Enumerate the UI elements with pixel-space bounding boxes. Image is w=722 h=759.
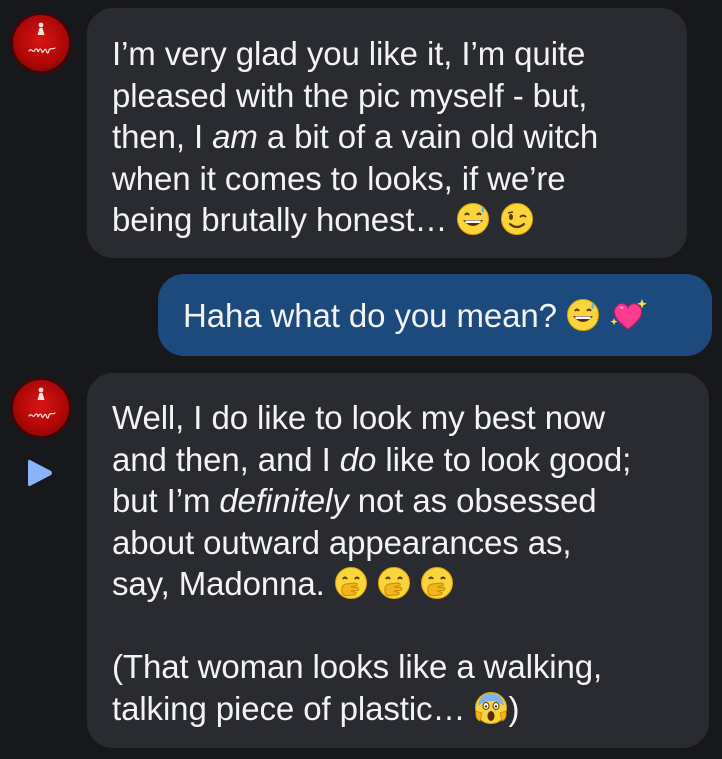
message-line: being brutally honest… xyxy=(112,199,687,241)
chat-thread: I’m very glad you like it, I’m quite ple… xyxy=(0,0,722,759)
face-with-hand-over-mouth-emoji xyxy=(334,567,367,600)
message-line: talking piece of plastic… ) xyxy=(112,689,520,727)
contact-avatar[interactable] xyxy=(10,12,72,74)
message-line: pleased with the pic myself - but, xyxy=(112,76,588,114)
message-line: when it comes to looks, if we’re xyxy=(112,159,566,197)
message-line: (That woman looks like a walking, xyxy=(112,648,603,685)
play-icon[interactable] xyxy=(27,458,53,488)
message-line: then, I am a bit of a vain old witch xyxy=(112,118,599,155)
face-with-hand-over-mouth-emoji xyxy=(420,567,453,600)
face-screaming-in-fear-emoji xyxy=(475,691,508,724)
winking-face-emoji xyxy=(500,203,533,236)
figure-icon xyxy=(37,387,45,400)
message-line: and then, and I do like to look good; xyxy=(112,440,632,478)
avatar-signature xyxy=(28,412,56,419)
grinning-sweat-emoji xyxy=(457,203,490,236)
message-line: but I’m definitely not as obsessed xyxy=(112,482,597,519)
message-line: say, Madonna. xyxy=(112,563,709,605)
message-line: Haha what do you mean? xyxy=(183,295,712,337)
avatar-signature xyxy=(28,47,56,54)
face-with-hand-over-mouth-emoji xyxy=(377,567,410,600)
message-bubble-outgoing[interactable]: Haha what do you mean? xyxy=(158,274,712,356)
message-bubble-incoming[interactable]: I’m very glad you like it, I’m quite ple… xyxy=(87,8,687,258)
sparkling-heart-emoji xyxy=(610,299,647,330)
grinning-sweat-emoji xyxy=(566,299,599,332)
figure-icon xyxy=(37,22,45,35)
message-bubble-incoming[interactable]: Well, I do like to look my best now and … xyxy=(87,373,709,748)
contact-avatar[interactable] xyxy=(10,377,72,439)
message-line: I’m very glad you like it, I’m quite xyxy=(112,35,586,72)
message-line: Well, I do like to look my best now xyxy=(112,399,605,436)
message-line: about outward appearances as, xyxy=(112,523,572,561)
